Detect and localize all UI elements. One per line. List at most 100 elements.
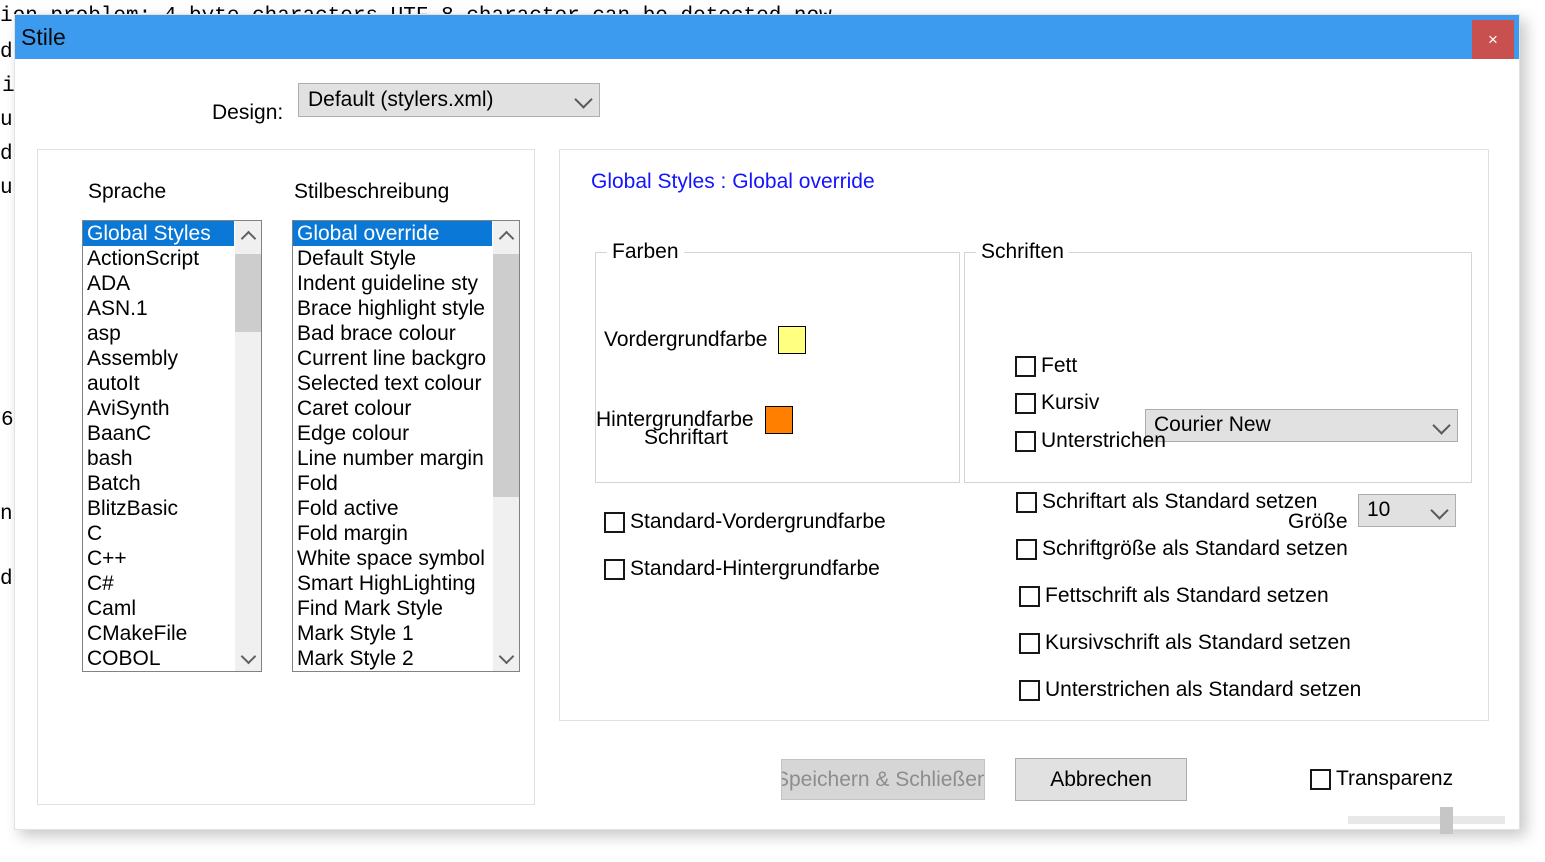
list-item[interactable]: AviSynth <box>83 396 234 421</box>
list-item[interactable]: Current line backgro <box>293 346 492 371</box>
language-listbox[interactable]: Global StylesActionScriptADAASN.1aspAsse… <box>82 220 262 672</box>
checkbox-box <box>1310 769 1331 790</box>
font-family-value: Courier New <box>1154 413 1271 437</box>
cancel-button[interactable]: Abbrechen <box>1015 758 1187 801</box>
slider-thumb[interactable] <box>1440 807 1453 834</box>
save-and-close-label: Speichern & Schließen <box>781 768 985 791</box>
scroll-down-icon[interactable] <box>235 644 261 671</box>
language-scrollbar[interactable] <box>234 221 261 671</box>
bold-checkbox[interactable]: Fett <box>1015 354 1077 378</box>
stile-dialog: Stile × Design: Default (stylers.xml) Sp… <box>14 14 1520 830</box>
dialog-titlebar: Stile × <box>15 15 1519 59</box>
list-item[interactable]: Edge colour <box>293 421 492 446</box>
list-item[interactable]: BaanC <box>83 421 234 446</box>
list-item[interactable]: ActionScript <box>83 246 234 271</box>
default-background-checkbox[interactable]: Standard-Hintergrundfarbe <box>604 557 880 581</box>
style-scrollbar[interactable] <box>492 221 519 671</box>
list-item[interactable]: Global Styles <box>83 221 234 246</box>
checkbox-box <box>1019 586 1040 607</box>
list-item[interactable]: Fold active <box>293 496 492 521</box>
list-item[interactable]: asp <box>83 321 234 346</box>
foreground-color-swatch[interactable] <box>778 326 806 354</box>
scroll-up-icon[interactable] <box>493 221 519 248</box>
list-item[interactable]: Line number margin <box>293 446 492 471</box>
list-item[interactable]: Global override <box>293 221 492 246</box>
list-item[interactable]: Caret colour <box>293 396 492 421</box>
scroll-up-icon[interactable] <box>235 221 261 248</box>
default-font-family-label: Schriftart als Standard setzen <box>1042 490 1317 514</box>
checkbox-box <box>1015 393 1036 414</box>
list-item[interactable]: Mark Style 2 <box>293 646 492 671</box>
underline-checkbox-label: Unterstrichen <box>1041 429 1166 453</box>
selection-panel: Sprache Stilbeschreibung Global StylesAc… <box>37 149 535 805</box>
editor-text-line: n <box>0 490 13 540</box>
italic-checkbox[interactable]: Kursiv <box>1015 391 1099 415</box>
foreground-color-row: Vordergrundfarbe <box>604 326 806 354</box>
style-list-caption: Stilbeschreibung <box>294 180 449 204</box>
language-list-caption: Sprache <box>88 180 166 204</box>
list-item[interactable]: Smart HighLighting <box>293 571 492 596</box>
default-underline-checkbox[interactable]: Unterstrichen als Standard setzen <box>1019 678 1361 702</box>
list-item[interactable]: Fold <box>293 471 492 496</box>
list-item[interactable]: Fold margin <box>293 521 492 546</box>
list-item[interactable]: autoIt <box>83 371 234 396</box>
list-item[interactable]: Default Style <box>293 246 492 271</box>
style-listbox[interactable]: Global overrideDefault StyleIndent guide… <box>292 220 520 672</box>
list-item[interactable]: Assembly <box>83 346 234 371</box>
list-item[interactable]: Batch <box>83 471 234 496</box>
default-foreground-checkbox[interactable]: Standard-Vordergrundfarbe <box>604 510 886 534</box>
list-item[interactable]: C# <box>83 571 234 596</box>
style-detail-panel: Global Styles : Global override Farben V… <box>559 149 1489 721</box>
default-italic-label: Kursivschrift als Standard setzen <box>1045 631 1351 655</box>
editor-text-line: u <box>0 164 13 214</box>
checkbox-box <box>1015 356 1036 377</box>
list-item[interactable]: C++ <box>83 546 234 571</box>
list-item[interactable]: Selected text colour <box>293 371 492 396</box>
default-italic-checkbox[interactable]: Kursivschrift als Standard setzen <box>1019 631 1351 655</box>
foreground-color-label: Vordergrundfarbe <box>604 328 767 352</box>
close-icon[interactable]: × <box>1472 20 1514 59</box>
default-font-size-label: Schriftgröße als Standard setzen <box>1042 537 1348 561</box>
design-dropdown[interactable]: Default (stylers.xml) <box>298 83 600 117</box>
list-item[interactable]: Bad brace colour <box>293 321 492 346</box>
default-bold-checkbox[interactable]: Fettschrift als Standard setzen <box>1019 584 1329 608</box>
colors-groupbox-title: Farben <box>607 240 684 264</box>
transparency-checkbox[interactable]: Transparenz <box>1310 767 1453 791</box>
language-list-items: Global StylesActionScriptADAASN.1aspAsse… <box>83 221 234 671</box>
list-item[interactable]: CMakeFile <box>83 621 234 646</box>
font-size-value: 10 <box>1367 498 1390 522</box>
transparency-slider[interactable] <box>1348 805 1505 835</box>
slider-track <box>1348 816 1505 824</box>
checkbox-box <box>604 512 625 533</box>
list-item[interactable]: C <box>83 521 234 546</box>
default-font-family-checkbox[interactable]: Schriftart als Standard setzen <box>1016 490 1317 514</box>
style-list-items: Global overrideDefault StyleIndent guide… <box>293 221 492 671</box>
list-item[interactable]: ASN.1 <box>83 296 234 321</box>
save-and-close-button[interactable]: Speichern & Schließen <box>781 759 985 800</box>
list-item[interactable]: COBOL <box>83 646 234 671</box>
chevron-down-icon <box>574 90 592 108</box>
underline-checkbox[interactable]: Unterstrichen <box>1015 429 1166 453</box>
default-underline-label: Unterstrichen als Standard setzen <box>1045 678 1361 702</box>
design-label: Design: <box>212 101 283 125</box>
list-item[interactable]: bash <box>83 446 234 471</box>
scrollbar-thumb[interactable] <box>235 254 261 332</box>
list-item[interactable]: Caml <box>83 596 234 621</box>
style-heading: Global Styles : Global override <box>591 170 875 194</box>
scroll-down-icon[interactable] <box>493 644 519 671</box>
list-item[interactable]: Indent guideline sty <box>293 271 492 296</box>
list-item[interactable]: Brace highlight style <box>293 296 492 321</box>
checkbox-box <box>1016 539 1037 560</box>
default-bold-label: Fettschrift als Standard setzen <box>1045 584 1329 608</box>
font-family-dropdown[interactable]: Courier New <box>1145 409 1458 442</box>
list-item[interactable]: Mark Style 1 <box>293 621 492 646</box>
list-item[interactable]: White space symbol <box>293 546 492 571</box>
font-size-dropdown[interactable]: 10 <box>1358 494 1456 527</box>
background-color-swatch[interactable] <box>765 406 793 434</box>
list-item[interactable]: ADA <box>83 271 234 296</box>
list-item[interactable]: Find Mark Style <box>293 596 492 621</box>
list-item[interactable]: BlitzBasic <box>83 496 234 521</box>
scrollbar-thumb[interactable] <box>493 254 519 497</box>
checkbox-box <box>1019 633 1040 654</box>
default-font-size-checkbox[interactable]: Schriftgröße als Standard setzen <box>1016 537 1348 561</box>
